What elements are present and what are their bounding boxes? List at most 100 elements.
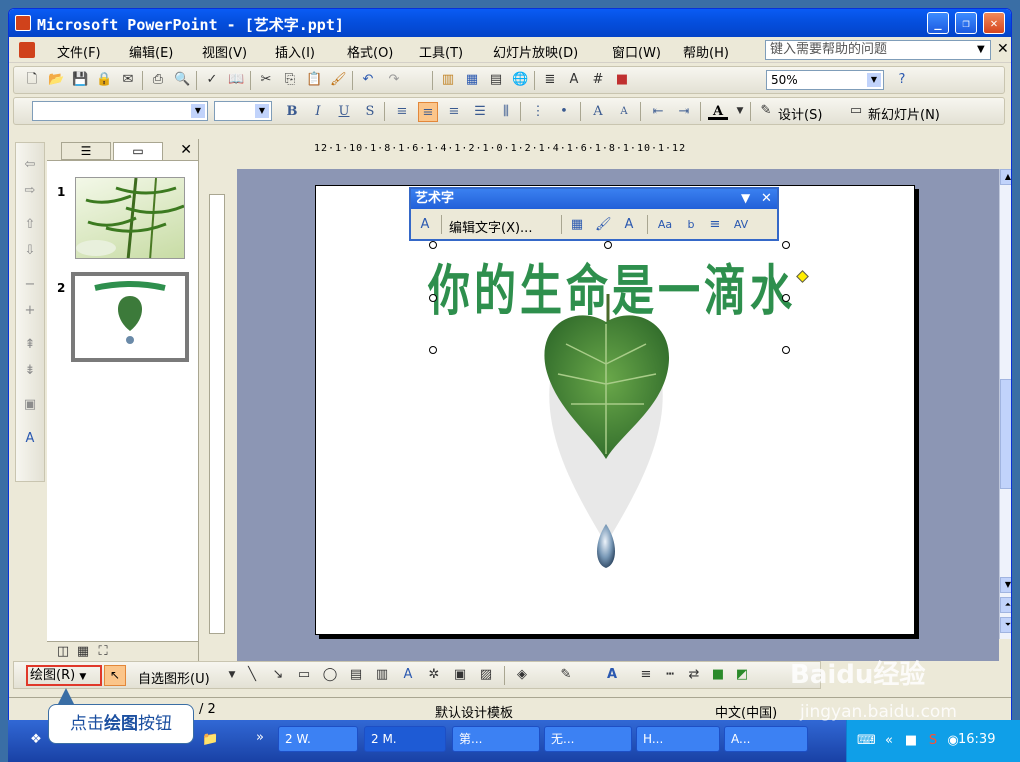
arrow-icon[interactable]: ↘	[270, 667, 286, 683]
vertical-scrollbar[interactable]: ▲ ▼ ⏶ ⏷	[999, 169, 1011, 639]
font-dropdown-icon[interactable]: ▼	[191, 104, 205, 118]
insert-wordart-draw-icon[interactable]: A	[400, 667, 416, 683]
insert-table-icon[interactable]: ▦	[464, 72, 480, 88]
scroll-up-icon[interactable]: ▲	[1000, 169, 1011, 185]
help-question-input[interactable]: 键入需要帮助的问题	[765, 40, 991, 60]
tray-expand-icon[interactable]: «	[881, 733, 897, 749]
bullets-button[interactable]: •	[554, 102, 574, 122]
shadow-style-icon[interactable]: ■	[710, 667, 726, 683]
italic-button[interactable]: I	[308, 102, 328, 122]
text-direction-button[interactable]: ⫼	[496, 102, 516, 122]
text-box-icon[interactable]: ▤	[348, 667, 364, 683]
decrease-font-button[interactable]: A	[614, 102, 634, 122]
wordart-shape-icon[interactable]: A	[621, 217, 637, 233]
selection-handle[interactable]	[429, 294, 437, 302]
shadow-button[interactable]: S	[360, 102, 380, 122]
windows-start-icon[interactable]: ❖	[28, 732, 44, 748]
open-icon[interactable]: 📂	[48, 72, 64, 88]
show-formatting-outline-icon[interactable]: A	[22, 431, 38, 447]
wordart-toolbar-title[interactable]: 艺术字	[411, 189, 777, 209]
toolbar-close-icon[interactable]: ✕	[761, 191, 772, 206]
oval-icon[interactable]: ◯	[322, 667, 338, 683]
wordart-gallery-icon[interactable]: ▦	[569, 217, 585, 233]
selection-handle[interactable]	[604, 241, 612, 249]
vertical-text-icon[interactable]: b	[683, 217, 699, 233]
alignment-icon[interactable]: ≡	[707, 217, 723, 233]
insert-chart-icon[interactable]: ▥	[440, 72, 456, 88]
slide-sorter-view-icon[interactable]: ▦	[75, 644, 91, 660]
clip-art-icon[interactable]: ▣	[452, 667, 468, 683]
leaf-water-drop-image[interactable]	[536, 294, 676, 574]
new-slide-icon[interactable]: ▭	[848, 103, 864, 119]
next-slide-icon[interactable]: ⏷	[1000, 617, 1011, 633]
move-down-icon[interactable]: ⇩	[22, 243, 38, 259]
show-formatting-icon[interactable]: A	[566, 72, 582, 88]
vertical-text-box-icon[interactable]: ▥	[374, 667, 390, 683]
spelling-icon[interactable]: ✓	[204, 72, 220, 88]
paste-icon[interactable]: 📋	[306, 72, 322, 88]
grid-icon[interactable]: #	[590, 72, 606, 88]
new-icon[interactable]: 🗋	[24, 72, 40, 88]
menu-window[interactable]: 窗口(W)	[612, 42, 661, 61]
taskbar-item-word[interactable]: 第...	[452, 726, 540, 752]
font-size-dropdown-icon[interactable]: ▼	[255, 104, 269, 118]
restore-button[interactable]: ❐	[955, 12, 977, 34]
3d-style-icon[interactable]: ◩	[734, 667, 750, 683]
expand-all-icon[interactable]: ≣	[542, 72, 558, 88]
previous-slide-icon[interactable]: ⏶	[1000, 597, 1011, 613]
align-center-button[interactable]: ≡	[418, 102, 438, 122]
close-button[interactable]: ✕	[983, 12, 1005, 34]
slideshow-view-icon[interactable]: ⛶	[95, 644, 111, 660]
permission-icon[interactable]: 🔒	[96, 72, 112, 88]
same-letter-heights-icon[interactable]: Aa	[657, 217, 673, 233]
quicklaunch-more-icon[interactable]: »	[252, 730, 268, 746]
align-right-button[interactable]: ≡	[444, 102, 464, 122]
normal-view-icon[interactable]: ◫	[55, 644, 71, 660]
expand-icon[interactable]: +	[22, 303, 38, 319]
align-left-button[interactable]: ≡	[392, 102, 412, 122]
taskbar-item-folders[interactable]: 2 W.	[278, 726, 358, 752]
menu-tools[interactable]: 工具(T)	[419, 42, 463, 61]
select-objects-icon[interactable]: ↖	[104, 665, 126, 686]
justify-button[interactable]: ☰	[470, 102, 490, 122]
decrease-indent-button[interactable]: ⇤	[648, 102, 668, 122]
insert-wordart-icon[interactable]: A	[417, 217, 433, 233]
document-menu-icon[interactable]	[19, 42, 35, 58]
summary-slide-icon[interactable]: ▣	[22, 397, 38, 413]
scroll-down-icon[interactable]: ▼	[1000, 577, 1011, 593]
slide-canvas[interactable]: 你的生命是一滴水	[315, 185, 915, 635]
design-icon[interactable]: ✎	[758, 103, 774, 119]
edit-text-button[interactable]: 编辑文字(X)...	[449, 217, 532, 236]
tables-borders-icon[interactable]: ▤	[488, 72, 504, 88]
rectangle-icon[interactable]: ▭	[296, 667, 312, 683]
menu-file[interactable]: 文件(F)	[57, 42, 101, 61]
research-icon[interactable]: 📖	[228, 72, 244, 88]
print-icon[interactable]: ⎙	[150, 72, 166, 88]
selection-handle[interactable]	[782, 241, 790, 249]
underline-button[interactable]: U	[334, 102, 354, 122]
arrow-style-icon[interactable]: ⇄	[686, 667, 702, 683]
menu-slideshow[interactable]: 幻灯片放映(D)	[493, 42, 578, 61]
tab-slides[interactable]: ▭	[113, 142, 163, 160]
menu-help[interactable]: 帮助(H)	[683, 42, 729, 61]
zoom-combo[interactable]: 50% ▼	[766, 70, 884, 90]
font-size-combo[interactable]: ▼	[214, 101, 272, 121]
autoshapes-dropdown-icon[interactable]: ▼	[224, 667, 240, 683]
powerpoint-app-icon[interactable]	[15, 15, 31, 31]
minimize-button[interactable]: _	[927, 12, 949, 34]
font-color-button[interactable]: A	[708, 102, 728, 120]
help-dropdown-arrow-icon[interactable]: ▼	[977, 44, 985, 55]
line-style-icon[interactable]: ≡	[638, 667, 654, 683]
new-slide-button[interactable]: 新幻灯片(N)	[868, 104, 940, 123]
selection-handle[interactable]	[429, 346, 437, 354]
insert-diagram-icon[interactable]: ✲	[426, 667, 442, 683]
explorer-icon[interactable]: 📁	[202, 732, 218, 748]
scroll-thumb[interactable]	[1000, 379, 1011, 489]
format-wordart-icon[interactable]: 🖌	[595, 217, 612, 233]
font-combo[interactable]: ▼	[32, 101, 208, 121]
bold-button[interactable]: B	[282, 102, 302, 122]
panel-close-icon[interactable]: ✕	[180, 142, 192, 158]
redo-icon[interactable]: ↷	[386, 72, 402, 88]
format-painter-icon[interactable]: 🖌	[330, 72, 347, 88]
font-color-draw-icon[interactable]: A	[604, 667, 620, 683]
